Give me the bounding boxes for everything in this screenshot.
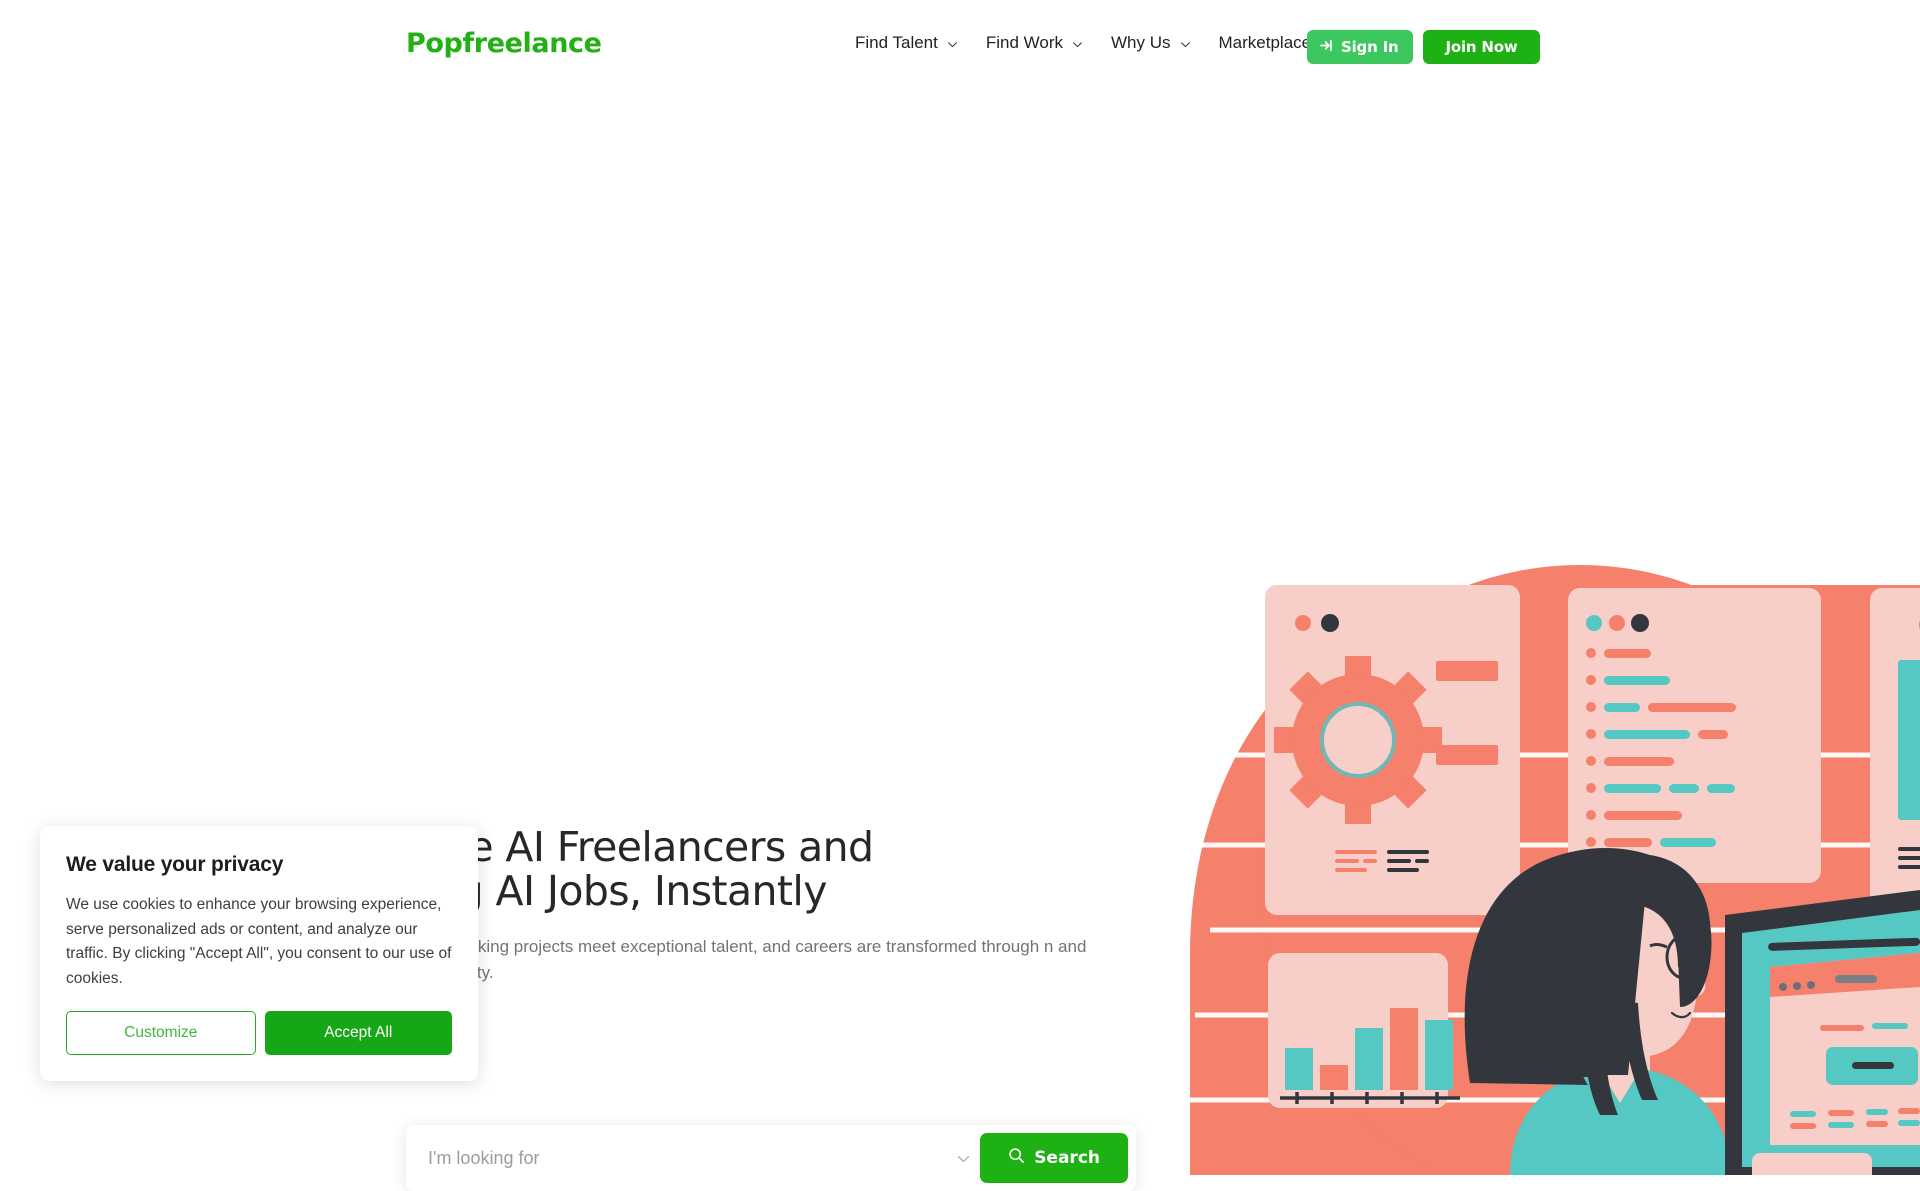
illustration-card-gear xyxy=(1265,585,1520,915)
bar-1 xyxy=(1285,1048,1313,1090)
hero-subtitle: oundbreaking projects meet exceptional t… xyxy=(406,937,1087,982)
join-now-label: Join Now xyxy=(1445,38,1518,56)
nav-label-find-talent: Find Talent xyxy=(855,33,938,52)
chevron-down-icon xyxy=(1072,39,1083,50)
chevron-down-icon xyxy=(1180,39,1191,50)
nav-item-why-us[interactable]: Why Us xyxy=(1111,32,1191,54)
cookie-consent-banner: We value your privacy We use cookies to … xyxy=(40,826,478,1081)
hero-text-block: Elite AI Freelancers and ting AI Jobs, I… xyxy=(406,825,1146,986)
illustration-tablet xyxy=(1725,890,1920,1175)
chevron-down-icon xyxy=(947,39,958,50)
search-category-dropdown[interactable] xyxy=(946,1151,980,1166)
accept-all-cookies-button[interactable]: Accept All xyxy=(264,1011,452,1055)
nav-label-marketplace: Marketplace xyxy=(1218,33,1312,52)
site-header: Popfreelance Find Talent Find Work Why U… xyxy=(0,0,1920,95)
nav-item-find-talent[interactable]: Find Talent xyxy=(855,32,958,54)
sign-in-arrow-icon xyxy=(1320,38,1335,57)
illustration-card-code xyxy=(1568,588,1821,883)
search-button[interactable]: Search xyxy=(980,1133,1128,1183)
nav-label-find-work: Find Work xyxy=(985,33,1064,52)
illustration-card-right xyxy=(1870,588,1920,918)
nav-item-find-work[interactable]: Find Work xyxy=(986,32,1083,54)
developer-workspace-illustration xyxy=(1180,555,1920,1175)
search-button-label: Search xyxy=(1034,1148,1100,1168)
sign-in-button[interactable]: Sign In xyxy=(1307,30,1414,64)
header-actions: Sign In Join Now xyxy=(1307,30,1540,64)
bar-3 xyxy=(1355,1028,1383,1090)
cookie-banner-title: We value your privacy xyxy=(66,853,284,876)
nav-label-why-us: Why Us xyxy=(1111,33,1171,52)
join-now-button[interactable]: Join Now xyxy=(1423,30,1540,64)
bar-4 xyxy=(1390,1008,1418,1090)
hero-title: Elite AI Freelancers and ting AI Jobs, I… xyxy=(406,825,1146,913)
nav-item-marketplace[interactable]: Marketplace xyxy=(1219,32,1312,54)
main-navigation: Find Talent Find Work Why Us Marketplace xyxy=(855,32,1311,54)
hero-search-bar: Search xyxy=(406,1125,1136,1191)
illustration-bar-chart xyxy=(1268,953,1460,1108)
search-icon xyxy=(1008,1147,1025,1169)
cookie-banner-body: We use cookies to enhance your browsing … xyxy=(66,896,452,987)
brand-logo[interactable]: Popfreelance xyxy=(406,28,602,59)
customize-cookies-button[interactable]: Customize xyxy=(66,1011,256,1055)
cookie-banner-actions: Customize Accept All xyxy=(66,1011,452,1055)
bar-2 xyxy=(1320,1065,1348,1090)
sign-in-label: Sign In xyxy=(1341,38,1399,56)
search-input[interactable] xyxy=(406,1125,947,1191)
